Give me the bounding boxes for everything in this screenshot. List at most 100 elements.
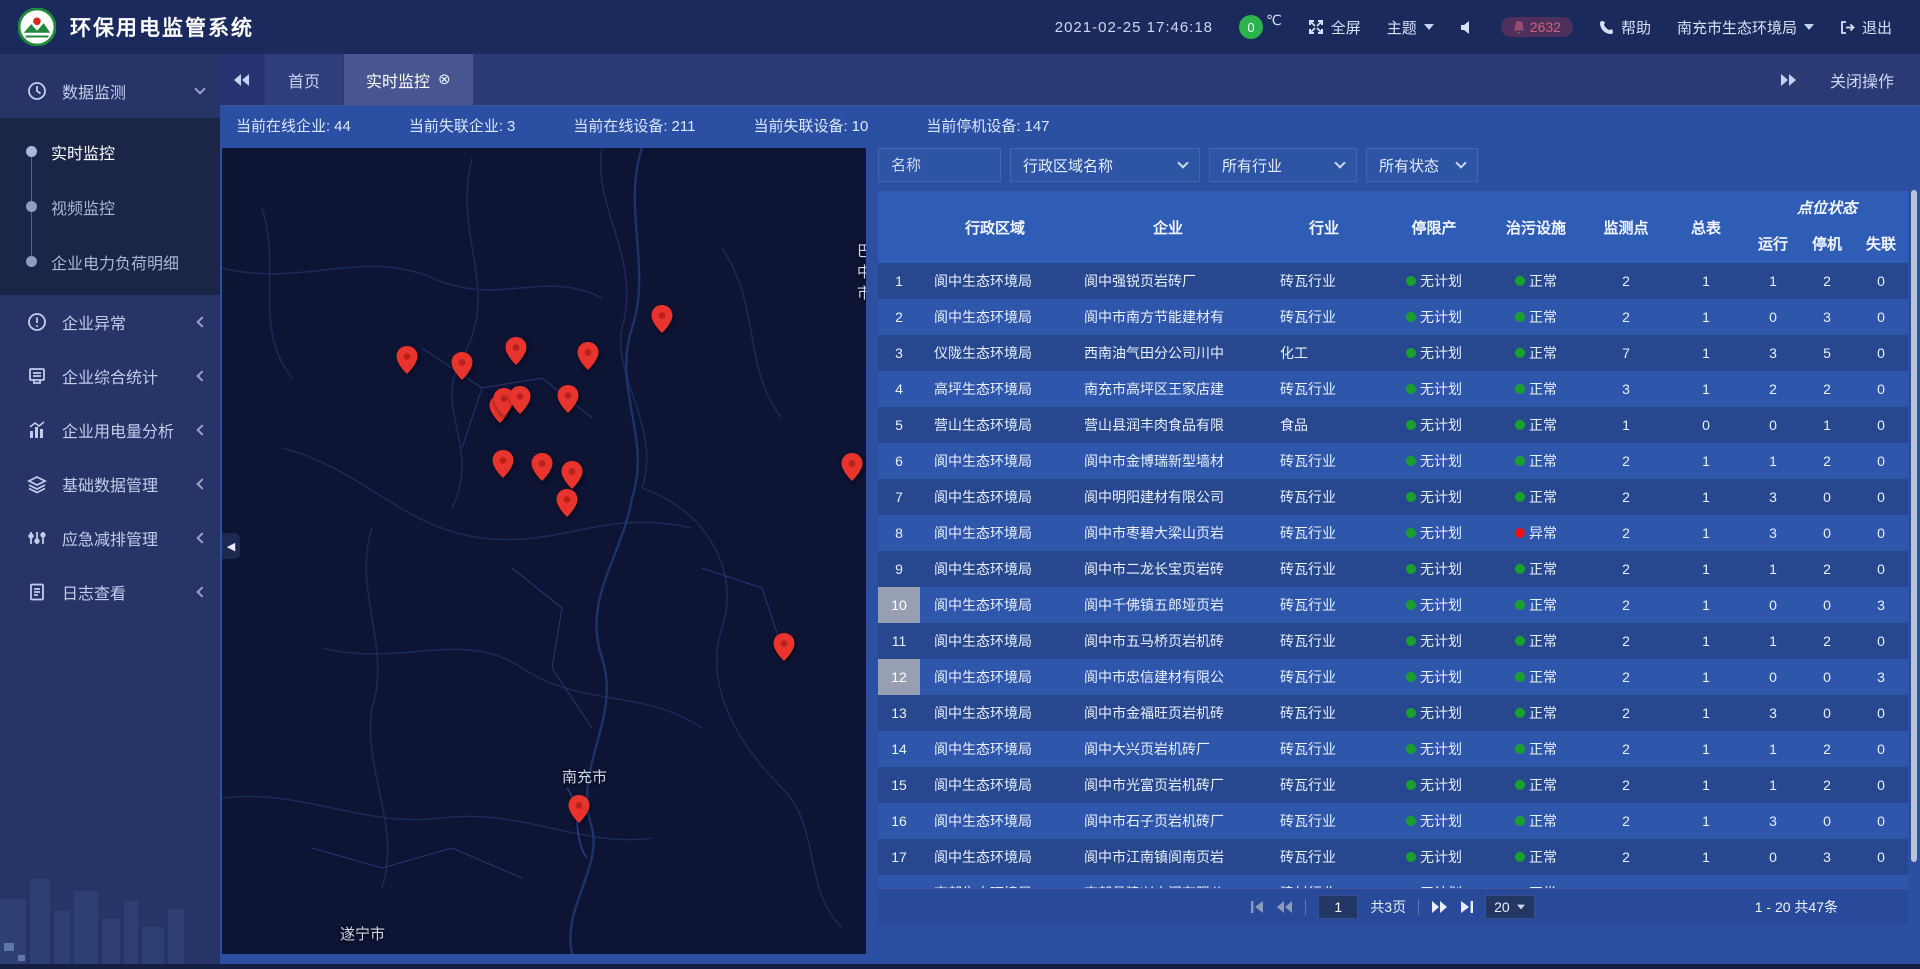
notification-badge[interactable]: 2632	[1501, 17, 1573, 37]
facility-status-cell: 正常	[1486, 803, 1586, 839]
page-size-select[interactable]: 20	[1485, 895, 1535, 919]
logout-button[interactable]: 退出	[1840, 17, 1892, 38]
tabs-scroll-left-button[interactable]	[220, 54, 264, 105]
table-row[interactable]: 11阆中生态环境局阆中市五马桥页岩机砖砖瓦行业无计划正常21120	[878, 623, 1908, 659]
sidebar-item-data-monitor[interactable]: 数据监测	[0, 64, 220, 118]
next-page-button[interactable]	[1431, 901, 1447, 913]
status-stat: 当前失联设备:10	[753, 115, 868, 136]
sidebar-item-menu-1[interactable]: 企业异常	[0, 295, 220, 349]
sidebar-item-menu-2[interactable]: 企业综合统计	[0, 349, 220, 403]
help-button[interactable]: 帮助	[1599, 17, 1651, 38]
table-scrollbar[interactable]	[1911, 190, 1917, 862]
page-title: 环保用电监管系统	[70, 12, 254, 42]
table-row[interactable]: 14阆中生态环境局阆中大兴页岩机砖厂砖瓦行业无计划正常21120	[878, 731, 1908, 767]
map-marker-pin-icon[interactable]	[841, 453, 863, 481]
table-row[interactable]: 18南部生态环境局南部县建兴水泥有限公建材行业无计划正常60060	[878, 875, 1908, 888]
table-row[interactable]: 4高坪生态环境局南充市高坪区王家店建砖瓦行业无计划正常31220	[878, 371, 1908, 407]
table-row[interactable]: 1阆中生态环境局阆中强锐页岩砖厂砖瓦行业无计划正常21120	[878, 263, 1908, 299]
status-dot-icon	[1515, 672, 1525, 682]
column-header: 监测点	[1586, 191, 1666, 263]
status-stat: 当前失联企业:3	[409, 115, 516, 136]
map-marker-pin-icon[interactable]	[396, 346, 418, 374]
table-row[interactable]: 2阆中生态环境局阆中市南方节能建材有砖瓦行业无计划正常21030	[878, 299, 1908, 335]
name-search-input[interactable]	[878, 148, 1001, 182]
running-count-cell: 0	[1746, 587, 1800, 623]
map-marker-pin-icon[interactable]	[509, 386, 531, 414]
facility-status-label: 正常	[1529, 739, 1557, 759]
map-marker-pin-icon[interactable]	[492, 450, 514, 478]
table-row[interactable]: 12阆中生态环境局阆中市忠信建材有限公砖瓦行业无计划正常21003	[878, 659, 1908, 695]
table-row[interactable]: 5营山生态环境局营山县润丰肉食品有限食品无计划正常10010	[878, 407, 1908, 443]
region-select[interactable]: 行政区域名称	[1010, 148, 1200, 182]
table-row[interactable]: 3仪陇生态环境局西南油气田分公司川中化工无计划正常71350	[878, 335, 1908, 371]
sidebar-item-menu-5[interactable]: 应急减排管理	[0, 511, 220, 565]
status-dot-icon	[1406, 348, 1416, 358]
industry-cell: 砖瓦行业	[1266, 515, 1382, 551]
column-header: 治污设施	[1486, 191, 1586, 263]
temperature-badge: 0	[1239, 15, 1263, 39]
map-marker-pin-icon[interactable]	[557, 385, 579, 413]
map-marker-pin-icon[interactable]	[505, 337, 527, 365]
company-cell: 西南油气田分公司川中	[1070, 335, 1266, 371]
tab-realtime-monitor[interactable]: 实时监控 ⊗	[344, 54, 473, 105]
meters-cell: 1	[1666, 587, 1746, 623]
theme-dropdown[interactable]: 主题	[1387, 17, 1434, 38]
status-dot-icon	[1406, 852, 1416, 862]
table-row[interactable]: 6阆中生态环境局阆中市金博瑞新型墙材砖瓦行业无计划正常21120	[878, 443, 1908, 479]
lost-count-cell: 3	[1854, 659, 1908, 695]
point-status-group-title: 点位状态	[1746, 191, 1908, 223]
close-icon[interactable]: ⊗	[438, 72, 451, 87]
industry-select-label: 所有行业	[1222, 155, 1282, 176]
sidebar-item-menu-3[interactable]: 企业用电量分析	[0, 403, 220, 457]
double-right-arrow-icon[interactable]	[1780, 74, 1796, 86]
close-operations-button[interactable]: 关闭操作	[1830, 68, 1894, 92]
map-marker-pin-icon[interactable]	[577, 342, 599, 370]
row-index: 14	[878, 731, 920, 767]
sidebar-subitem-label: 视频监控	[51, 195, 115, 219]
last-page-button[interactable]	[1459, 901, 1473, 913]
row-index: 3	[878, 335, 920, 371]
table-row[interactable]: 15阆中生态环境局阆中市光富页岩机砖厂砖瓦行业无计划正常21120	[878, 767, 1908, 803]
org-dropdown[interactable]: 南充市生态环境局	[1677, 17, 1814, 38]
map-marker-pin-icon[interactable]	[773, 633, 795, 661]
company-cell: 阆中大兴页岩机砖厂	[1070, 731, 1266, 767]
map-marker-pin-icon[interactable]	[531, 453, 553, 481]
map-marker-pin-icon[interactable]	[451, 352, 473, 380]
meters-cell: 1	[1666, 731, 1746, 767]
map-marker-pin-icon[interactable]	[568, 795, 590, 823]
map-city-label: 遂宁市	[340, 923, 385, 944]
tab-home[interactable]: 首页	[266, 54, 342, 105]
sidebar-subitem-item[interactable]: 视频监控	[0, 179, 220, 234]
monitor-points-cell: 2	[1586, 479, 1666, 515]
stopped-count-cell: 1	[1800, 407, 1854, 443]
status-stat: 当前在线企业:44	[236, 115, 351, 136]
industry-cell: 砖瓦行业	[1266, 443, 1382, 479]
prev-page-button[interactable]	[1277, 901, 1293, 913]
page-number-input[interactable]	[1318, 895, 1358, 919]
industry-select[interactable]: 所有行业	[1209, 148, 1357, 182]
industry-cell: 砖瓦行业	[1266, 623, 1382, 659]
map-marker-pin-icon[interactable]	[651, 305, 673, 333]
sidebar-item-menu-4[interactable]: 基础数据管理	[0, 457, 220, 511]
table-row[interactable]: 13阆中生态环境局阆中市金福旺页岩机砖砖瓦行业无计划正常21300	[878, 695, 1908, 731]
sidebar-subitem-active[interactable]: 实时监控	[0, 124, 220, 179]
table-row[interactable]: 9阆中生态环境局阆中市二龙长宝页岩砖砖瓦行业无计划正常21120	[878, 551, 1908, 587]
status-select[interactable]: 所有状态	[1366, 148, 1478, 182]
mute-button[interactable]	[1460, 20, 1475, 35]
map-marker-pin-icon[interactable]	[561, 461, 583, 489]
table-row[interactable]: 10阆中生态环境局阆中千佛镇五郎垭页岩砖瓦行业无计划正常21003	[878, 587, 1908, 623]
table-row[interactable]: 7阆中生态环境局阆中明阳建材有限公司砖瓦行业无计划正常21300	[878, 479, 1908, 515]
monitor-points-cell: 2	[1586, 443, 1666, 479]
fullscreen-button[interactable]: 全屏	[1308, 17, 1361, 38]
lost-count-cell: 0	[1854, 479, 1908, 515]
map-marker-pin-icon[interactable]	[556, 489, 578, 517]
table-row[interactable]: 8阆中生态环境局阆中市枣碧大梁山页岩砖瓦行业无计划异常21300	[878, 515, 1908, 551]
double-left-arrow-icon	[234, 74, 250, 86]
map-collapse-button[interactable]: ◀	[222, 533, 240, 559]
first-page-button[interactable]	[1251, 901, 1265, 913]
table-row[interactable]: 16阆中生态环境局阆中市石子页岩机砖厂砖瓦行业无计划正常21300	[878, 803, 1908, 839]
sidebar-subitem-item[interactable]: 企业电力负荷明细	[0, 234, 220, 289]
map-panel[interactable]: ◀ 巴中市南充市遂宁市	[222, 148, 866, 954]
table-row[interactable]: 17阆中生态环境局阆中市江南镇阆南页岩砖瓦行业无计划正常21030	[878, 839, 1908, 875]
sidebar-item-menu-6[interactable]: 日志查看	[0, 565, 220, 619]
